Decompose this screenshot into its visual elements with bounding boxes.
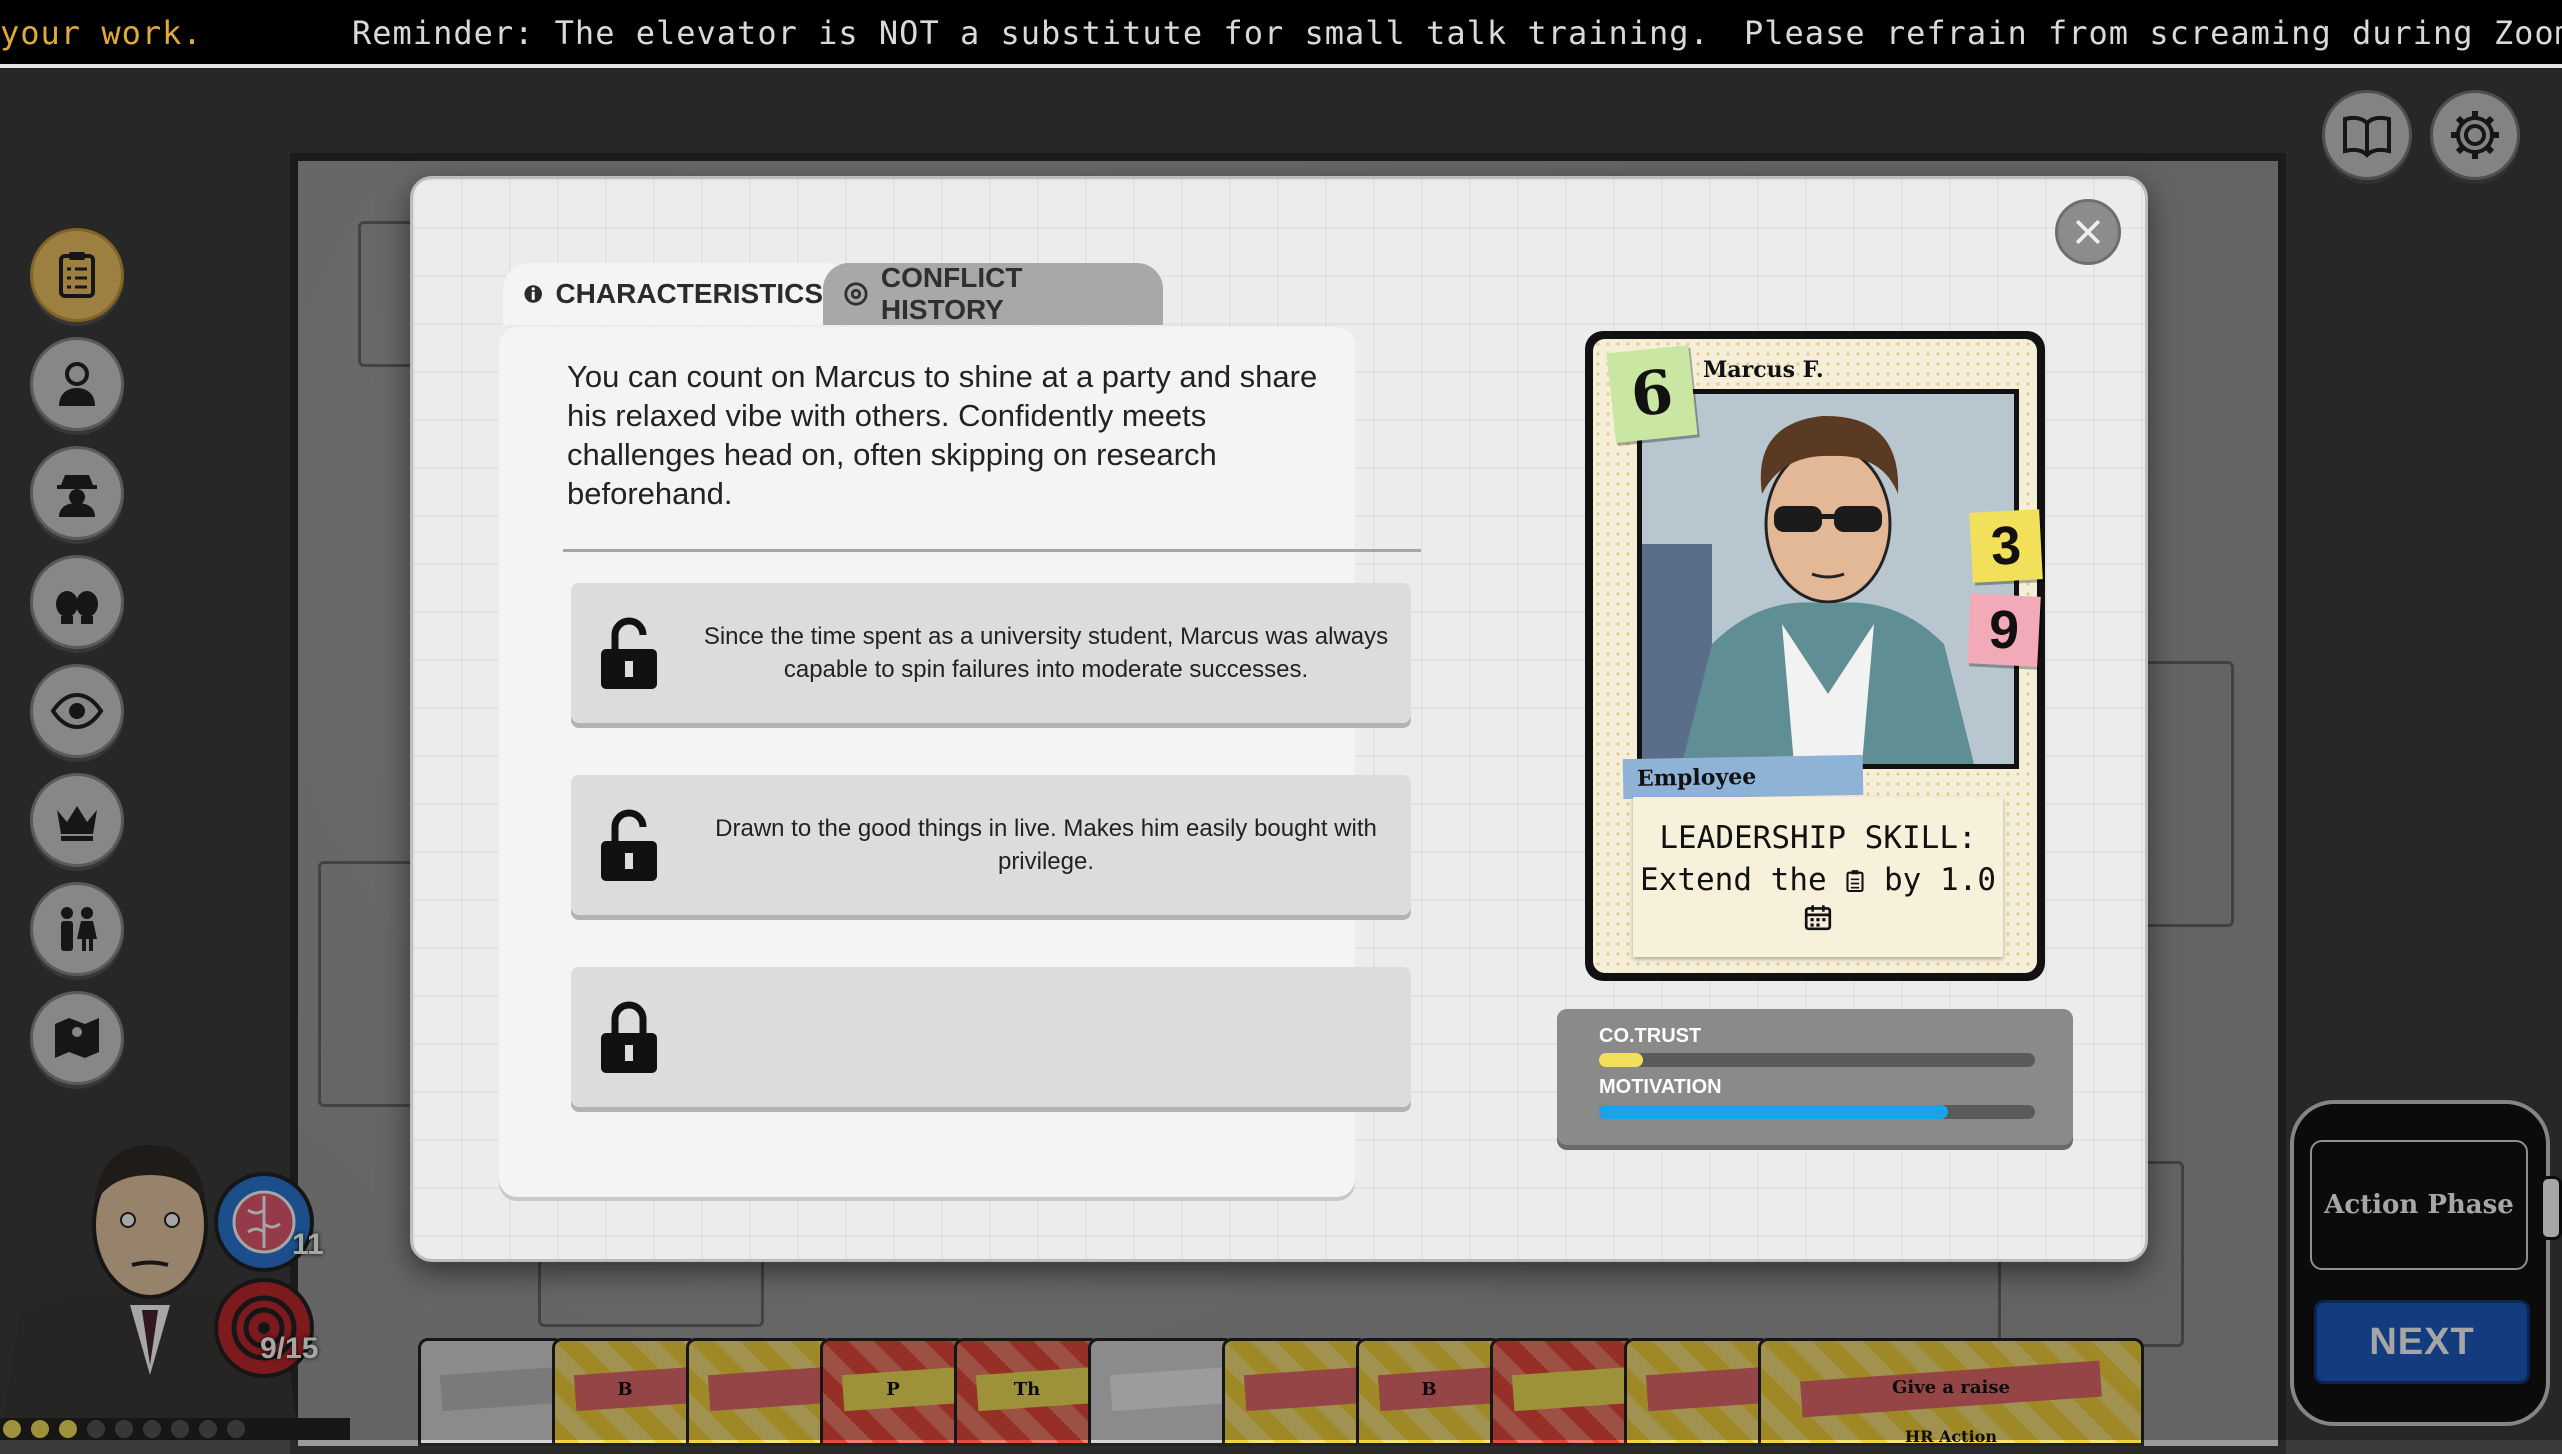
history-icon (844, 282, 868, 306)
trait-text: Since the time spent as a university stu… (703, 623, 1389, 683)
trait-unlocked[interactable]: Drawn to the good things in live. Makes … (571, 775, 1411, 915)
tab-label: CONFLICT HISTORY (880, 262, 1023, 325)
employee-role: Employee (1622, 754, 1864, 800)
employee-stat-pink: 9 (1967, 593, 2041, 667)
trust-label: CO.TRUST (1599, 1025, 1702, 1047)
trait-text: Drawn to the good things in live. Makes … (715, 815, 1377, 875)
trait-locked[interactable] (571, 967, 1411, 1107)
skill-text: Extend the (1640, 862, 1827, 898)
characteristics-panel: You can count on Marcus to shine at a pa… (499, 327, 1421, 1197)
skill-heading: LEADERSHIP SKILL: (1659, 820, 1977, 856)
lock-icon (601, 1001, 657, 1073)
close-button[interactable] (2055, 199, 2121, 265)
close-icon (2075, 219, 2101, 245)
trait-unlocked[interactable]: Since the time spent as a university stu… (571, 583, 1411, 723)
trait-text (701, 967, 1391, 1107)
employee-detail-modal: CHARACTERISTICS CONFLICT HISTORY You can… (410, 176, 2148, 1262)
trust-bar (1599, 1053, 2035, 1067)
employee-card[interactable]: 6 Marcus F. 3 9 Employee LEADERSHIP SKIL… (1585, 331, 2045, 981)
trust-fill (1599, 1053, 1643, 1067)
motivation-label: MOTIVATION (1599, 1076, 1722, 1098)
divider (563, 549, 1421, 552)
ticker-item: Please refrain from screaming during Zoo… (1744, 14, 2562, 52)
employee-cost: 6 (1606, 344, 1698, 444)
clipboard-icon (1846, 870, 1864, 893)
info-icon (524, 285, 542, 303)
employee-name: Marcus F. (1703, 357, 1824, 383)
leadership-skill: LEADERSHIP SKILL: Extend the by 1.0 (1633, 797, 2003, 957)
news-ticker: your work. Reminder: The elevator is NOT… (0, 0, 2562, 68)
unlock-icon (601, 809, 657, 881)
motivation-bar (1599, 1105, 2035, 1119)
motivation-fill (1599, 1105, 1948, 1119)
calendar-icon (1804, 905, 1832, 931)
unlock-icon (601, 617, 657, 689)
tab-conflict-history[interactable]: CONFLICT HISTORY (823, 262, 1163, 325)
employee-stats: CO.TRUST MOTIVATION (1557, 1009, 2073, 1145)
ticker-item: your work. (0, 14, 203, 52)
employee-portrait (1637, 389, 2019, 769)
skill-text: by 1.0 (1884, 862, 1996, 898)
tab-characteristics[interactable]: CHARACTERISTICS (503, 263, 853, 325)
tab-label: CHARACTERISTICS (555, 278, 823, 309)
employee-stat-yellow: 3 (1969, 509, 2043, 583)
ticker-item: Reminder: The elevator is NOT a substitu… (352, 14, 1710, 52)
character-description: You can count on Marcus to shine at a pa… (567, 359, 1318, 511)
